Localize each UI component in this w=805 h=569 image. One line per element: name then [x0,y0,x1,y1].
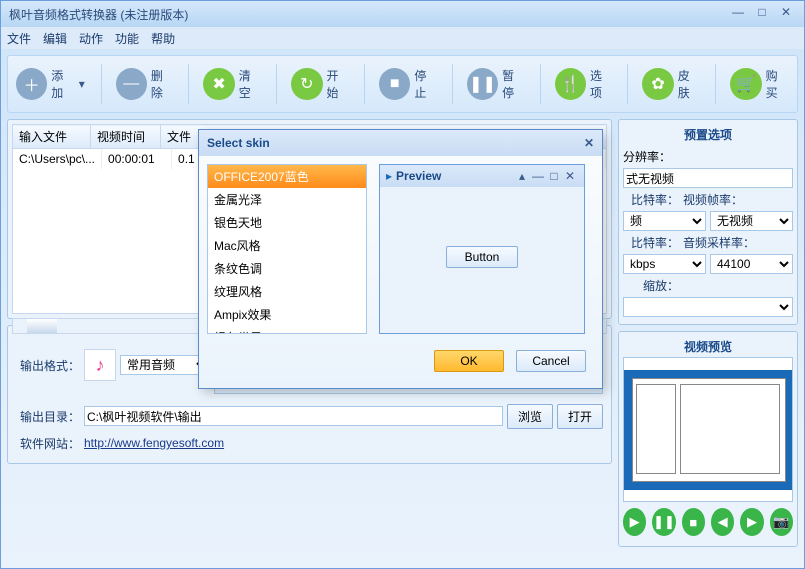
skin-item-green[interactable]: 绿色世界 [208,326,366,334]
sample-select[interactable]: 44100 [710,254,793,274]
pause-button[interactable]: ❚❚暂停 [463,63,530,105]
prev-icon[interactable]: ◀ [711,508,734,536]
plus-icon: ＋ [16,68,47,100]
fps-select[interactable]: 无视频 [710,211,793,231]
add-button[interactable]: ＋添加▾ [12,63,91,105]
cart-icon: 🛒 [730,68,761,100]
pause-icon: ❚❚ [467,68,498,100]
preview-sample-button[interactable]: Button [446,246,519,268]
delete-button[interactable]: —删除 [112,63,179,105]
skin-item-stripe[interactable]: 条纹色调 [208,257,366,280]
skin-list[interactable]: OFFICE2007蓝色 金属光泽 银色天地 Mac风格 条纹色调 纹理风格 A… [207,164,367,334]
skin-item-mac[interactable]: Mac风格 [208,234,366,257]
toolbar: ＋添加▾ —删除 ✖清空 ↻开始 ■停止 ❚❚暂停 🍴选项 ✿皮肤 🛒购买 [7,55,798,113]
preview-label: Preview [396,169,441,183]
select-skin-dialog: Select skin ✕ OFFICE2007蓝色 金属光泽 银色天地 Mac… [198,129,603,389]
skin-item-ampix[interactable]: Ampix效果 [208,303,366,326]
browse-button[interactable]: 浏览 [507,404,553,429]
music-note-icon: ♪ [84,349,116,381]
refresh-icon: ↻ [291,68,322,100]
skin-item-silver[interactable]: 银色天地 [208,211,366,234]
menu-file[interactable]: 文件 [7,30,31,47]
triangle-icon: ▸ [386,169,392,183]
skin-item-texture[interactable]: 纹理风格 [208,280,366,303]
menu-function[interactable]: 功能 [115,30,139,47]
resolution-input[interactable] [623,168,793,188]
clear-icon: ✖ [203,68,234,100]
menubar: 文件 编辑 动作 功能 帮助 [1,27,804,49]
playback-controls: ▶ ❚❚ ■ ◀ ▶ 📷 [623,502,793,542]
preset-title: 预置选项 [623,124,793,145]
preview-min-icon[interactable]: — [530,169,546,183]
preview-title: 视频预览 [623,336,793,357]
ok-button[interactable]: OK [434,350,504,372]
buy-button[interactable]: 🛒购买 [726,63,793,105]
col-input[interactable]: 输入文件 [13,125,91,149]
minus-icon: — [116,68,147,100]
app-title: 枫叶音频格式转换器 (未注册版本) [9,6,724,23]
play-icon[interactable]: ▶ [623,508,646,536]
scale-select[interactable] [623,297,793,317]
dialog-titlebar: Select skin ✕ [199,130,602,156]
preview-thumbnail [624,370,792,490]
preview-max-icon[interactable]: □ [546,169,562,183]
preview-close-icon[interactable]: ✕ [562,169,578,183]
preset-panel: 预置选项 分辨率： 比特率： 视频帧率： 频 无视频 比特率： 音频采样率： k… [618,119,798,325]
options-button[interactable]: 🍴选项 [551,63,618,105]
stop-icon[interactable]: ■ [682,508,705,536]
apple-icon: ✿ [642,68,673,100]
skin-button[interactable]: ✿皮肤 [638,63,705,105]
site-label: 软件网站： [16,435,80,452]
start-button[interactable]: ↻开始 [287,63,354,105]
main-window: 枫叶音频格式转换器 (未注册版本) — □ ✕ 文件 编辑 动作 功能 帮助 ＋… [0,0,805,569]
stop-icon: ■ [379,68,410,100]
output-format-label: 输出格式： [16,357,80,374]
skin-item-office2007[interactable]: OFFICE2007蓝色 [208,165,366,188]
stop-button[interactable]: ■停止 [375,63,442,105]
preview-panel: 视频预览 ▶ ❚❚ ■ ◀ ▶ 📷 [618,331,798,547]
video-select[interactable]: 频 [623,211,706,231]
menu-edit[interactable]: 编辑 [43,30,67,47]
menu-help[interactable]: 帮助 [151,30,175,47]
next-icon[interactable]: ▶ [740,508,763,536]
website-link[interactable]: http://www.fengyesoft.com [84,436,224,450]
pause-icon[interactable]: ❚❚ [652,508,675,536]
dialog-title: Select skin [207,136,270,150]
category-select[interactable]: 常用音频 [120,355,210,375]
cancel-button[interactable]: Cancel [516,350,586,372]
skin-preview-pane: ▸ Preview ▴ — □ ✕ Button [379,164,585,334]
bitrate-select[interactable]: kbps [623,254,706,274]
skin-item-metal[interactable]: 金属光泽 [208,188,366,211]
col-duration[interactable]: 视频时间 [91,125,161,149]
maximize-icon[interactable]: □ [752,5,772,23]
preview-up-icon[interactable]: ▴ [514,169,530,183]
menu-action[interactable]: 动作 [79,30,103,47]
open-button[interactable]: 打开 [557,404,603,429]
clear-button[interactable]: ✖清空 [199,63,266,105]
dialog-close-icon[interactable]: ✕ [584,136,594,150]
snapshot-icon[interactable]: 📷 [770,508,793,536]
video-preview-area [623,357,793,502]
output-dir-input[interactable] [84,406,503,426]
chevron-down-icon[interactable]: ▾ [79,77,87,91]
close-icon[interactable]: ✕ [776,5,796,23]
minimize-icon[interactable]: — [728,5,748,23]
titlebar: 枫叶音频格式转换器 (未注册版本) — □ ✕ [1,1,804,27]
output-dir-label: 输出目录： [16,408,80,425]
tools-icon: 🍴 [555,68,586,100]
